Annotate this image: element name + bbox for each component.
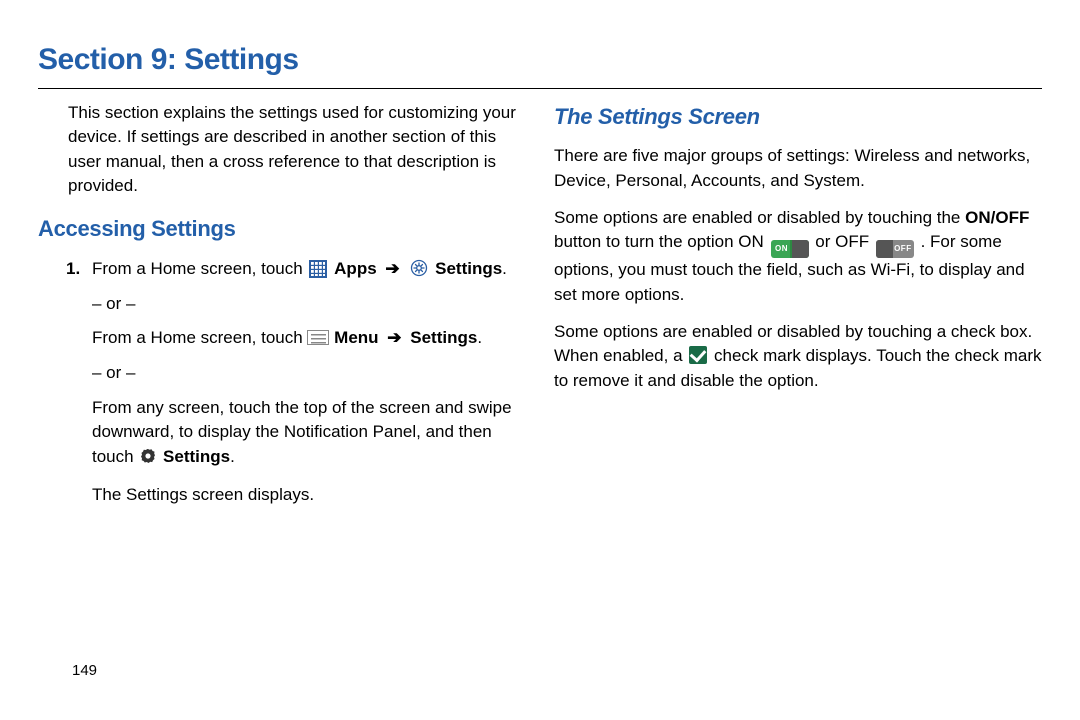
toggle-on-text: ON: [775, 244, 788, 253]
onoff-label: ON/OFF: [965, 208, 1029, 227]
step-body-b: From a Home screen, touch Menu ➔ Setting…: [38, 326, 526, 351]
step-1: 1. From a Home screen, touch Apps: [38, 257, 526, 282]
period-3: .: [230, 447, 235, 466]
settings-gear-outline-icon: [410, 259, 428, 277]
checkmark-icon: [689, 346, 707, 364]
settings-label-1: Settings: [435, 259, 502, 278]
section-title: Section 9: Settings: [38, 38, 1042, 89]
apps-label: Apps: [334, 259, 377, 278]
period-2: .: [477, 328, 482, 347]
or-separator-2: – or –: [38, 361, 526, 386]
accessing-settings-heading: Accessing Settings: [38, 213, 526, 245]
settings-label-3: Settings: [163, 447, 230, 466]
settings-label-2: Settings: [410, 328, 477, 347]
intro-paragraph: This section explains the settings used …: [38, 101, 526, 200]
step-body-a: From a Home screen, touch Apps ➔: [92, 257, 526, 282]
p2a: Some options are enabled or disabled by …: [554, 208, 965, 227]
or-separator-1: – or –: [38, 292, 526, 317]
toggle-off-text: OFF: [894, 244, 912, 253]
step-number: 1.: [66, 257, 92, 282]
page-number: 149: [72, 660, 97, 682]
step-body-c: From any screen, touch the top of the sc…: [38, 396, 526, 470]
arrow-icon-2: ➔: [387, 328, 401, 347]
menu-icon: [307, 330, 329, 345]
p2b: button to turn the option ON: [554, 232, 769, 251]
arrow-icon: ➔: [385, 259, 399, 278]
left-column: This section explains the settings used …: [38, 101, 526, 517]
step-text-b: From a Home screen, touch: [92, 328, 307, 347]
right-p3: Some options are enabled or disabled by …: [554, 320, 1042, 394]
settings-gear-solid-icon: [140, 447, 156, 463]
toggle-off-icon: OFF: [876, 240, 914, 258]
p2c: or OFF: [815, 232, 874, 251]
step-end: The Settings screen displays.: [38, 483, 526, 508]
toggle-on-icon: ON: [771, 240, 809, 258]
right-p2: Some options are enabled or disabled by …: [554, 206, 1042, 308]
menu-label: Menu: [334, 328, 378, 347]
content-columns: This section explains the settings used …: [38, 101, 1042, 517]
settings-screen-heading: The Settings Screen: [554, 101, 1042, 133]
period-1: .: [502, 259, 507, 278]
right-p1: There are five major groups of settings:…: [554, 144, 1042, 193]
right-column: The Settings Screen There are five major…: [554, 101, 1042, 517]
step-text-a: From a Home screen, touch: [92, 259, 307, 278]
apps-icon: [309, 260, 327, 278]
